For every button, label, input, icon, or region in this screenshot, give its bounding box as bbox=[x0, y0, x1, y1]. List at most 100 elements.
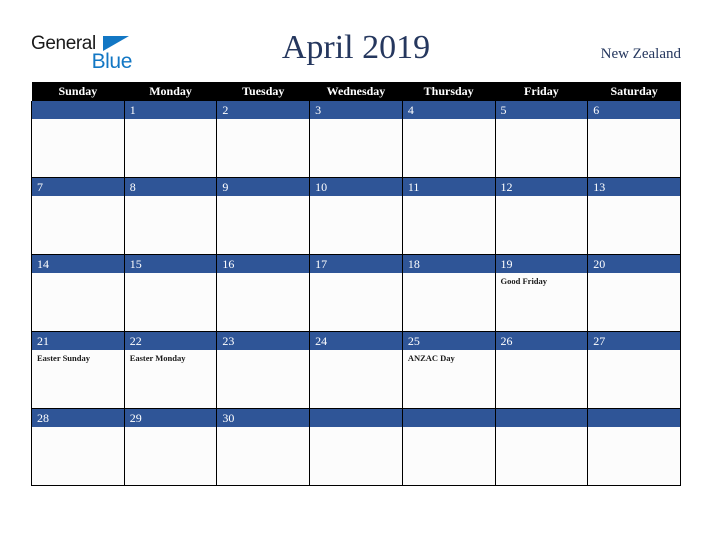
calendar-day-cell[interactable]: 3 bbox=[309, 101, 403, 178]
day-events bbox=[588, 350, 680, 353]
day-number: 22 bbox=[124, 332, 217, 350]
calendar-empty-cell bbox=[494, 408, 589, 486]
calendar-day-cell[interactable]: 9 bbox=[216, 177, 311, 255]
day-number bbox=[588, 409, 680, 427]
weekday-header-friday: Friday bbox=[495, 82, 588, 101]
calendar-day-cell[interactable]: 10 bbox=[309, 177, 403, 255]
day-events: Easter Monday bbox=[125, 350, 217, 364]
day-number: 4 bbox=[402, 101, 495, 119]
day-events: Good Friday bbox=[496, 273, 588, 287]
day-events bbox=[310, 196, 402, 199]
day-events bbox=[403, 196, 495, 199]
day-number: 30 bbox=[217, 409, 310, 427]
calendar-day-cell[interactable]: 19 Good Friday bbox=[494, 254, 589, 332]
calendar-day-cell[interactable]: 8 bbox=[123, 177, 218, 255]
calendar-day-cell[interactable]: 5 bbox=[494, 101, 589, 178]
calendar-day-cell[interactable]: 21 Easter Sunday bbox=[31, 331, 125, 409]
calendar-day-cell[interactable]: 4 bbox=[401, 101, 496, 178]
calendar-day-cell[interactable]: 28 bbox=[31, 408, 125, 486]
day-number: 23 bbox=[217, 332, 310, 350]
calendar-day-cell[interactable]: 30 bbox=[216, 408, 311, 486]
calendar-grid: Sunday Monday Tuesday Wednesday Thursday… bbox=[31, 82, 681, 486]
calendar-page: General Blue April 2019 New Zealand Sund… bbox=[0, 0, 712, 550]
day-events bbox=[217, 350, 309, 353]
calendar-week-row: 123456 bbox=[31, 101, 681, 178]
day-events bbox=[125, 427, 217, 430]
weekday-header-saturday: Saturday bbox=[587, 82, 681, 101]
calendar-day-cell[interactable]: 23 bbox=[216, 331, 311, 409]
calendar-day-cell[interactable]: 24 bbox=[309, 331, 403, 409]
calendar-day-cell[interactable]: 2 bbox=[216, 101, 311, 178]
day-events bbox=[496, 119, 588, 122]
day-number bbox=[310, 409, 402, 427]
weekday-header-tuesday: Tuesday bbox=[216, 82, 310, 101]
day-events bbox=[217, 427, 309, 430]
day-number: 24 bbox=[310, 332, 402, 350]
calendar-day-cell[interactable]: 7 bbox=[31, 177, 125, 255]
calendar-day-cell[interactable]: 12 bbox=[494, 177, 589, 255]
calendar-week-row: 14 15 16 17 18 19 Good Friday 20 bbox=[31, 254, 681, 332]
day-number: 29 bbox=[124, 409, 217, 427]
day-number: 8 bbox=[124, 178, 217, 196]
calendar-empty-cell bbox=[587, 408, 681, 486]
calendar-empty-cell bbox=[309, 408, 403, 486]
calendar-day-cell[interactable]: 18 bbox=[401, 254, 496, 332]
calendar-day-cell[interactable]: 1 bbox=[123, 101, 218, 178]
day-events bbox=[125, 196, 217, 199]
day-number: 17 bbox=[310, 255, 402, 273]
calendar-day-cell[interactable]: 6 bbox=[587, 101, 681, 178]
weekday-header-row: Sunday Monday Tuesday Wednesday Thursday… bbox=[31, 82, 681, 101]
day-number: 6 bbox=[588, 101, 680, 119]
day-events bbox=[32, 119, 124, 122]
day-number: 21 bbox=[32, 332, 124, 350]
day-events bbox=[310, 273, 402, 276]
calendar-week-row: 7 8 9 10 11 12 13 bbox=[31, 177, 681, 255]
day-number bbox=[495, 409, 588, 427]
holiday-label: Easter Sunday bbox=[37, 353, 90, 363]
day-number: 18 bbox=[402, 255, 495, 273]
day-number: 5 bbox=[495, 101, 588, 119]
day-events bbox=[217, 119, 309, 122]
day-number: 2 bbox=[217, 101, 310, 119]
day-events bbox=[403, 273, 495, 276]
calendar-day-cell[interactable]: 13 bbox=[587, 177, 681, 255]
weekday-header-monday: Monday bbox=[124, 82, 217, 101]
day-events bbox=[496, 427, 588, 430]
holiday-label: Easter Monday bbox=[129, 353, 186, 363]
calendar-day-cell[interactable]: 17 bbox=[309, 254, 403, 332]
day-number: 11 bbox=[402, 178, 495, 196]
day-number bbox=[32, 101, 124, 119]
day-events bbox=[217, 273, 309, 276]
day-number: 15 bbox=[124, 255, 217, 273]
day-events: Easter Sunday bbox=[32, 350, 124, 364]
calendar-day-cell[interactable]: 16 bbox=[216, 254, 311, 332]
day-number: 1 bbox=[124, 101, 217, 119]
calendar-day-cell[interactable]: 27 bbox=[587, 331, 681, 409]
calendar-day-cell[interactable]: 11 bbox=[401, 177, 496, 255]
day-number: 27 bbox=[588, 332, 680, 350]
calendar-day-cell[interactable]: 20 bbox=[587, 254, 681, 332]
calendar-day-cell[interactable]: 15 bbox=[123, 254, 218, 332]
calendar-body: 1 2 3 4 5 6 7 8 9 10 11 12 13 14 15 16 17 18 19 Good Friday… bbox=[31, 101, 681, 486]
day-number: 10 bbox=[310, 178, 402, 196]
day-events bbox=[496, 196, 588, 199]
calendar-day-cell[interactable]: 25 ANZAC Day bbox=[401, 331, 496, 409]
day-events bbox=[125, 273, 217, 276]
day-events bbox=[32, 196, 124, 199]
day-number: 16 bbox=[217, 255, 310, 273]
calendar-week-row: 28 29 30 bbox=[31, 408, 681, 486]
day-number: 19 bbox=[495, 255, 588, 273]
day-number bbox=[402, 409, 495, 427]
day-events bbox=[588, 196, 680, 199]
calendar-day-cell[interactable]: 14 bbox=[31, 254, 125, 332]
day-number: 14 bbox=[32, 255, 124, 273]
calendar-day-cell[interactable]: 26 bbox=[494, 331, 589, 409]
day-events bbox=[217, 196, 309, 199]
day-events bbox=[310, 427, 402, 430]
day-events bbox=[32, 427, 124, 430]
calendar-day-cell[interactable]: 29 bbox=[123, 408, 218, 486]
weekday-header-thursday: Thursday bbox=[402, 82, 496, 101]
day-events bbox=[403, 427, 495, 430]
calendar-day-cell[interactable]: 22 Easter Monday bbox=[123, 331, 218, 409]
day-events bbox=[496, 350, 588, 353]
